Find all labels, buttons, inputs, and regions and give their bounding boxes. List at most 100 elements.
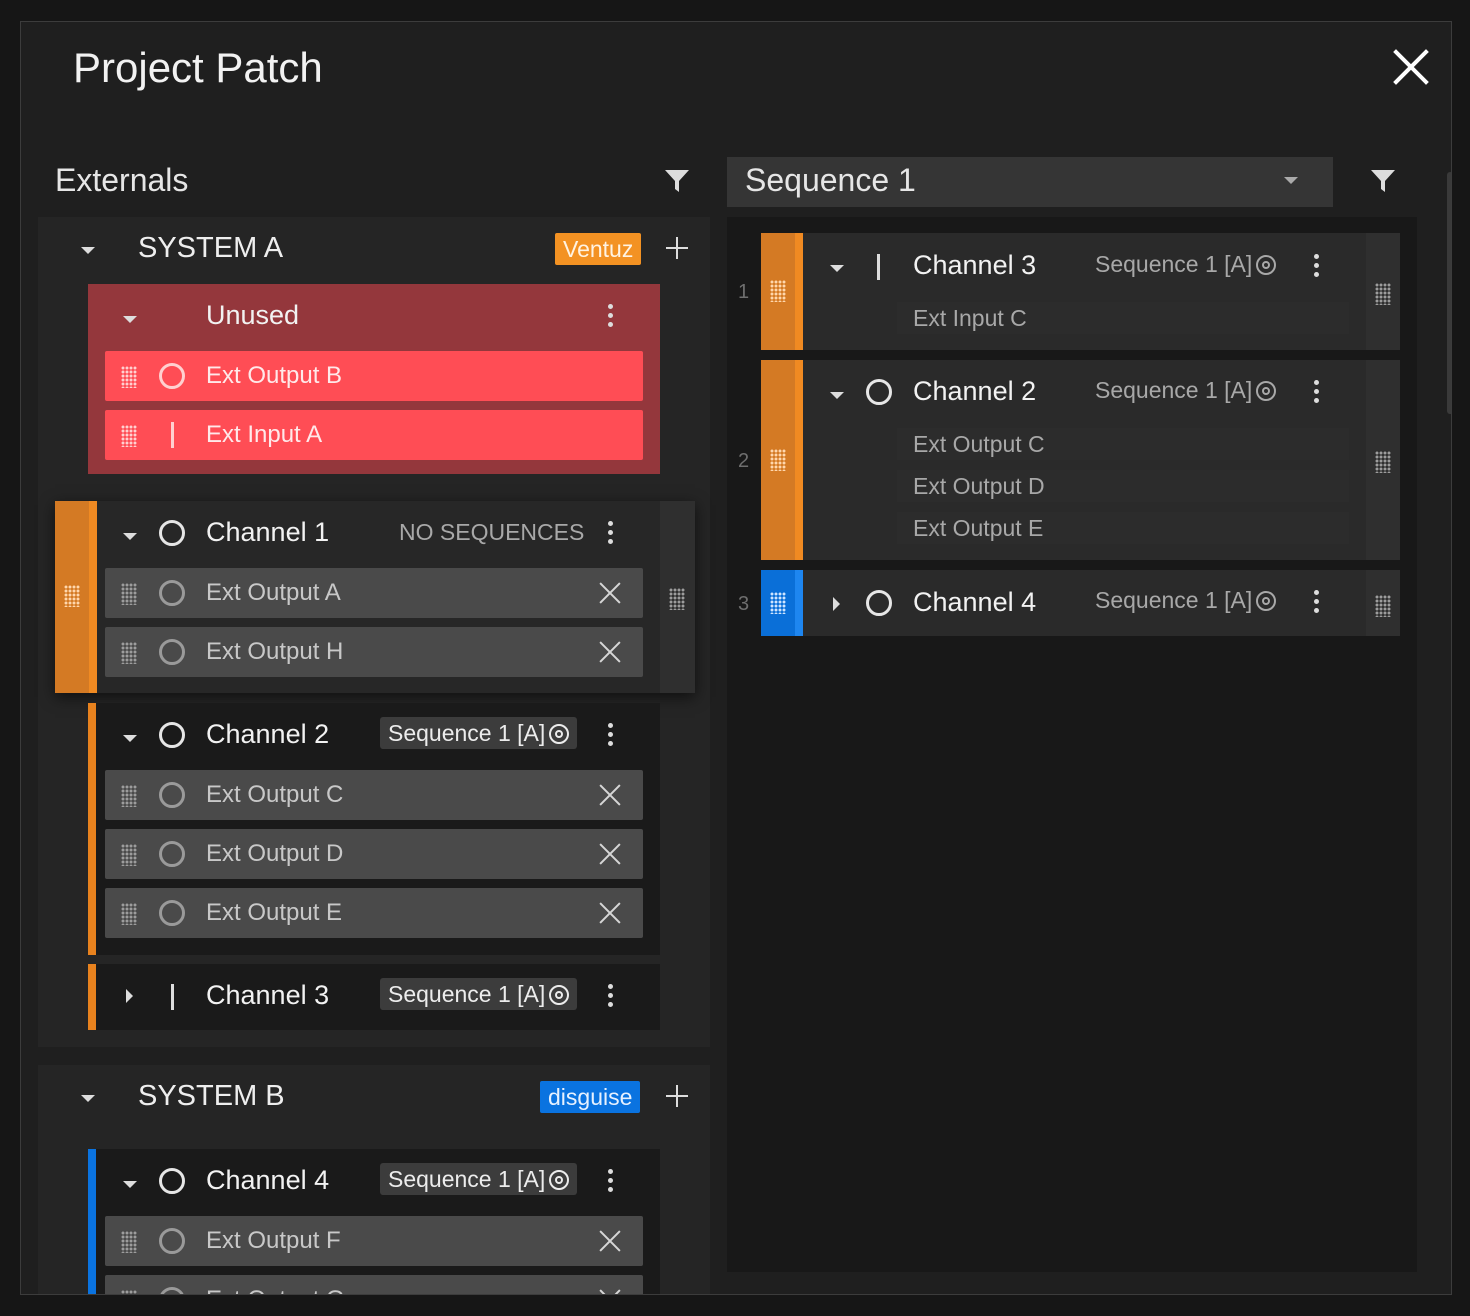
output-icon (159, 782, 185, 808)
drag-handle-icon[interactable] (121, 844, 137, 866)
drag-handle-icon[interactable] (121, 1231, 137, 1253)
sequence-tag-label: Sequence 1 [A] (388, 1166, 546, 1192)
ext-row[interactable] (105, 627, 643, 677)
drag-handle-icon[interactable] (64, 585, 80, 607)
close-icon[interactable] (1386, 42, 1436, 92)
ext-row[interactable] (105, 829, 643, 879)
more-vertical-icon[interactable] (1306, 251, 1326, 281)
chevron-down-icon[interactable] (123, 735, 137, 742)
no-sequences-label: NO SEQUENCES (399, 519, 585, 545)
filter-icon[interactable] (664, 168, 690, 194)
remove-icon[interactable] (599, 1289, 621, 1294)
more-vertical-icon[interactable] (1306, 587, 1326, 617)
ext-row[interactable] (105, 770, 643, 820)
chevron-right-icon[interactable] (126, 989, 133, 1003)
target-icon (1256, 255, 1277, 275)
add-icon[interactable] (664, 235, 690, 261)
more-vertical-icon[interactable] (600, 301, 620, 331)
externals-heading: Externals (55, 162, 189, 198)
input-icon (171, 984, 174, 1010)
channel-color-bar (88, 1149, 96, 1294)
output-icon (866, 590, 892, 616)
drag-handle-icon[interactable] (770, 280, 786, 302)
output-icon (159, 900, 185, 926)
drag-handle-icon[interactable] (121, 785, 137, 807)
output-icon (159, 1168, 185, 1194)
more-vertical-icon[interactable] (600, 981, 620, 1011)
drag-handle-icon[interactable] (770, 449, 786, 471)
remove-icon[interactable] (599, 641, 621, 663)
chevron-down-icon[interactable] (830, 392, 844, 399)
drag-handle-icon[interactable] (1375, 595, 1391, 617)
channel-color-edge (89, 501, 97, 693)
more-vertical-icon[interactable] (600, 1166, 620, 1196)
scrollbar[interactable] (1447, 172, 1451, 414)
system-name: SYSTEM B (138, 1080, 285, 1112)
ext-name: Ext Output D (206, 840, 344, 867)
input-icon (877, 254, 880, 280)
filter-icon[interactable] (1370, 168, 1396, 194)
drag-handle-icon[interactable] (1375, 451, 1391, 473)
drag-handle-icon[interactable] (121, 903, 137, 925)
dialog-title: Project Patch (73, 44, 323, 91)
chevron-down-icon[interactable] (123, 533, 137, 540)
chevron-down-icon[interactable] (830, 265, 844, 272)
chevron-down-icon[interactable] (81, 1095, 95, 1102)
chevron-down-icon[interactable] (123, 1181, 137, 1188)
ext-row: Ext Output D (897, 470, 1349, 502)
remove-icon[interactable] (599, 902, 621, 924)
row-index: 3 (738, 593, 750, 615)
target-icon (549, 724, 570, 744)
output-icon (159, 580, 185, 606)
add-icon[interactable] (664, 1083, 690, 1109)
channel-name: Channel 2 (206, 719, 330, 749)
chevron-right-icon[interactable] (833, 597, 840, 611)
sequence-tag-label: Sequence 1 [A] (1095, 377, 1253, 403)
remove-icon[interactable] (599, 582, 621, 604)
ext-name: Ext Output G (206, 1286, 345, 1294)
ext-row[interactable] (105, 410, 643, 460)
ext-name: Ext Output H (206, 638, 344, 665)
chevron-down-icon[interactable] (81, 247, 95, 254)
system-tag: Ventuz (555, 233, 642, 265)
drag-handle-icon[interactable] (121, 583, 137, 605)
ext-row[interactable] (105, 888, 643, 938)
chevron-down-icon (1284, 177, 1298, 184)
ext-name: Ext Output C (206, 781, 344, 808)
more-vertical-icon[interactable] (600, 518, 620, 548)
ext-row[interactable] (105, 1216, 643, 1266)
sequence-tag: Sequence 1 [A] (1095, 377, 1277, 404)
drag-handle-icon[interactable] (121, 642, 137, 664)
sequence-tag[interactable]: Sequence 1 [A] (380, 717, 578, 749)
drag-handle-icon[interactable] (121, 425, 137, 447)
ext-name: Ext Output A (206, 579, 341, 606)
more-vertical-icon[interactable] (1306, 377, 1326, 407)
remove-icon[interactable] (599, 1230, 621, 1252)
channel-name: Channel 3 (913, 250, 1037, 280)
target-icon (549, 985, 570, 1005)
sequence-tag[interactable]: Sequence 1 [A] (380, 1163, 578, 1195)
drag-handle-icon[interactable] (770, 592, 786, 614)
remove-icon[interactable] (599, 784, 621, 806)
drag-handle-icon[interactable] (669, 588, 685, 610)
sequence-channel-card[interactable] (761, 570, 1400, 636)
output-icon (159, 363, 185, 389)
chevron-down-icon[interactable] (123, 316, 137, 323)
ext-row[interactable] (105, 1275, 643, 1294)
drag-handle-icon[interactable] (121, 366, 137, 388)
drag-handle-icon[interactable] (121, 1290, 137, 1294)
remove-icon[interactable] (599, 843, 621, 865)
output-icon (159, 639, 185, 665)
unused-label: Unused (206, 300, 300, 330)
channel-name: Channel 1 (206, 517, 330, 547)
output-icon (159, 1228, 185, 1254)
sequence-tag[interactable]: Sequence 1 [A] (380, 978, 578, 1010)
ext-row[interactable] (105, 568, 643, 618)
ext-row[interactable] (105, 351, 643, 401)
system-name: SYSTEM A (138, 232, 284, 264)
channel-name: Channel 2 (913, 376, 1037, 406)
sequence-tag: Sequence 1 [A] (1095, 251, 1277, 278)
drag-handle-icon[interactable] (1375, 283, 1391, 305)
sequence-tag-label: Sequence 1 [A] (388, 720, 546, 746)
more-vertical-icon[interactable] (600, 720, 620, 750)
